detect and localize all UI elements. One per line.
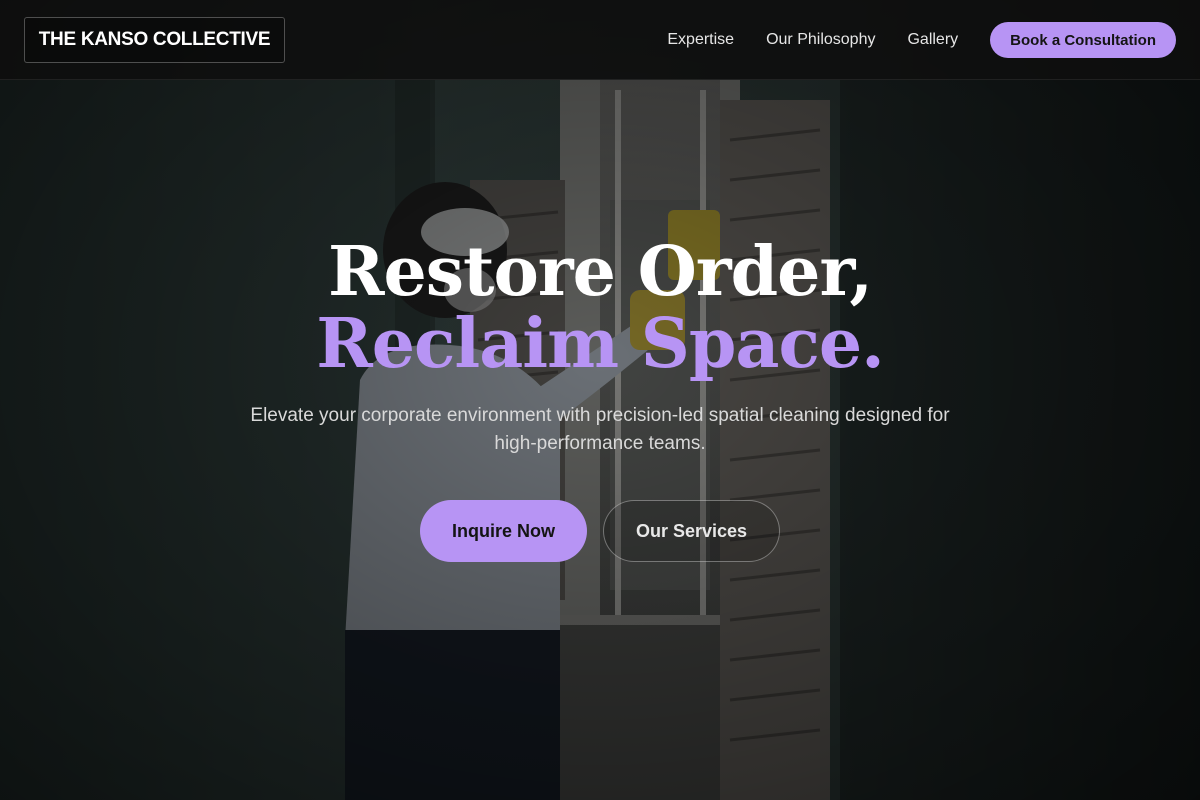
book-consultation-button[interactable]: Book a Consultation	[990, 22, 1176, 58]
hero-content: Restore Order, Reclaim Space. Elevate yo…	[0, 236, 1200, 562]
nav-link-our-philosophy[interactable]: Our Philosophy	[766, 31, 875, 49]
landing-page: THE KANSO COLLECTIVE Expertise Our Philo…	[0, 0, 1200, 800]
hero-subtitle: Elevate your corporate environment with …	[250, 405, 950, 454]
headline-line-2: Reclaim Space.	[316, 304, 885, 384]
inquire-now-button[interactable]: Inquire Now	[419, 500, 587, 562]
nav-link-gallery[interactable]: Gallery	[907, 31, 958, 49]
our-services-button[interactable]: Our Services	[602, 500, 781, 562]
nav-links: Expertise Our Philosophy Gallery Book a …	[667, 22, 1176, 58]
hero-cta-row: Inquire Now Our Services	[0, 500, 1200, 562]
top-navbar: THE KANSO COLLECTIVE Expertise Our Philo…	[0, 0, 1200, 80]
brand-logo[interactable]: THE KANSO COLLECTIVE	[24, 17, 285, 63]
headline-line-1: Restore Order,	[327, 232, 873, 312]
hero-headline: Restore Order, Reclaim Space.	[0, 236, 1200, 380]
nav-link-expertise[interactable]: Expertise	[667, 31, 734, 49]
